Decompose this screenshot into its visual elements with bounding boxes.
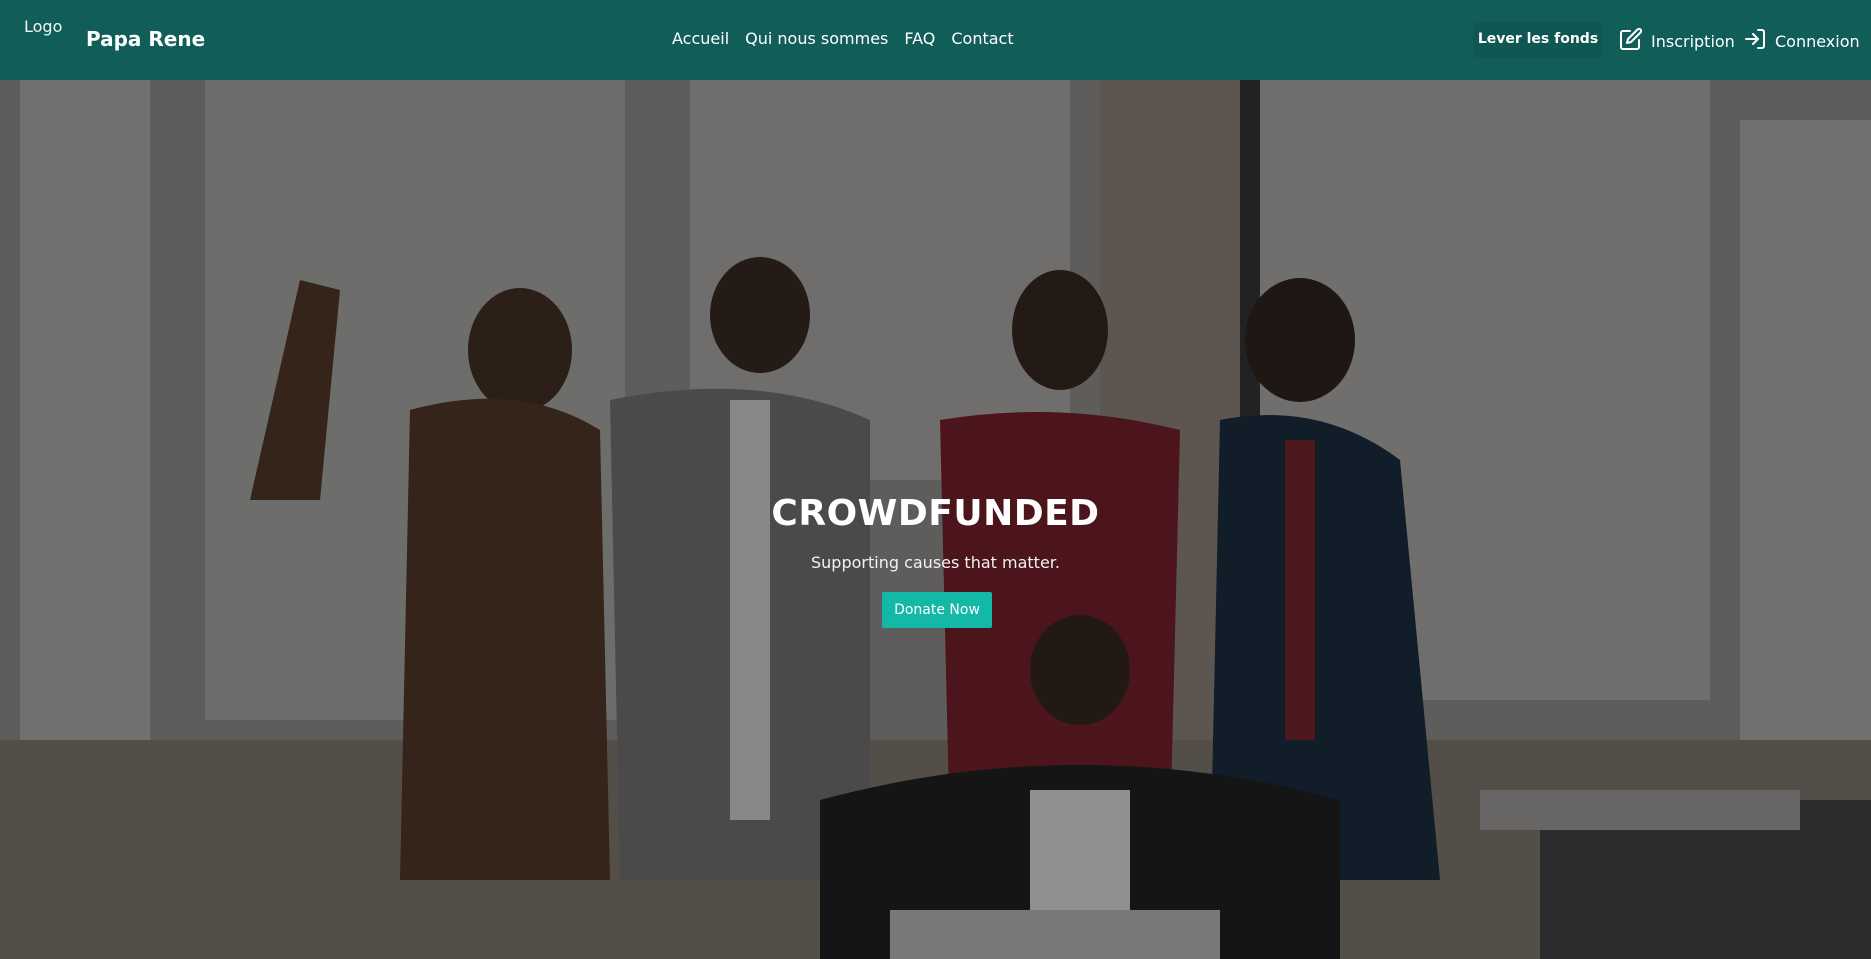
- donate-now-button[interactable]: Donate Now: [882, 592, 992, 628]
- hero-content: CROWDFUNDED Supporting causes that matte…: [0, 80, 1871, 959]
- nav-link-faq[interactable]: FAQ: [904, 29, 935, 48]
- hero-title: CROWDFUNDED: [771, 493, 1100, 534]
- logo[interactable]: Logo: [24, 17, 62, 36]
- hero-subtitle: Supporting causes that matter.: [811, 553, 1060, 572]
- nav-link-qui-nous-sommes[interactable]: Qui nous sommes: [745, 29, 888, 48]
- register-label: Inscription: [1651, 31, 1735, 51]
- edit-icon: [1619, 27, 1643, 55]
- nav-link-contact[interactable]: Contact: [951, 29, 1013, 48]
- hero-section: CROWDFUNDED Supporting causes that matte…: [0, 80, 1871, 959]
- main-nav: Accueil Qui nous sommes FAQ Contact: [672, 29, 1014, 48]
- raise-funds-button[interactable]: Lever les fonds: [1474, 22, 1602, 56]
- register-link[interactable]: Inscription: [1619, 27, 1735, 55]
- login-label: Connexion: [1775, 31, 1860, 51]
- navbar: Logo Papa Rene Accueil Qui nous sommes F…: [0, 0, 1871, 80]
- brand-name[interactable]: Papa Rene: [86, 27, 205, 51]
- nav-link-accueil[interactable]: Accueil: [672, 29, 729, 48]
- login-icon: [1743, 27, 1767, 55]
- login-link[interactable]: Connexion: [1743, 27, 1860, 55]
